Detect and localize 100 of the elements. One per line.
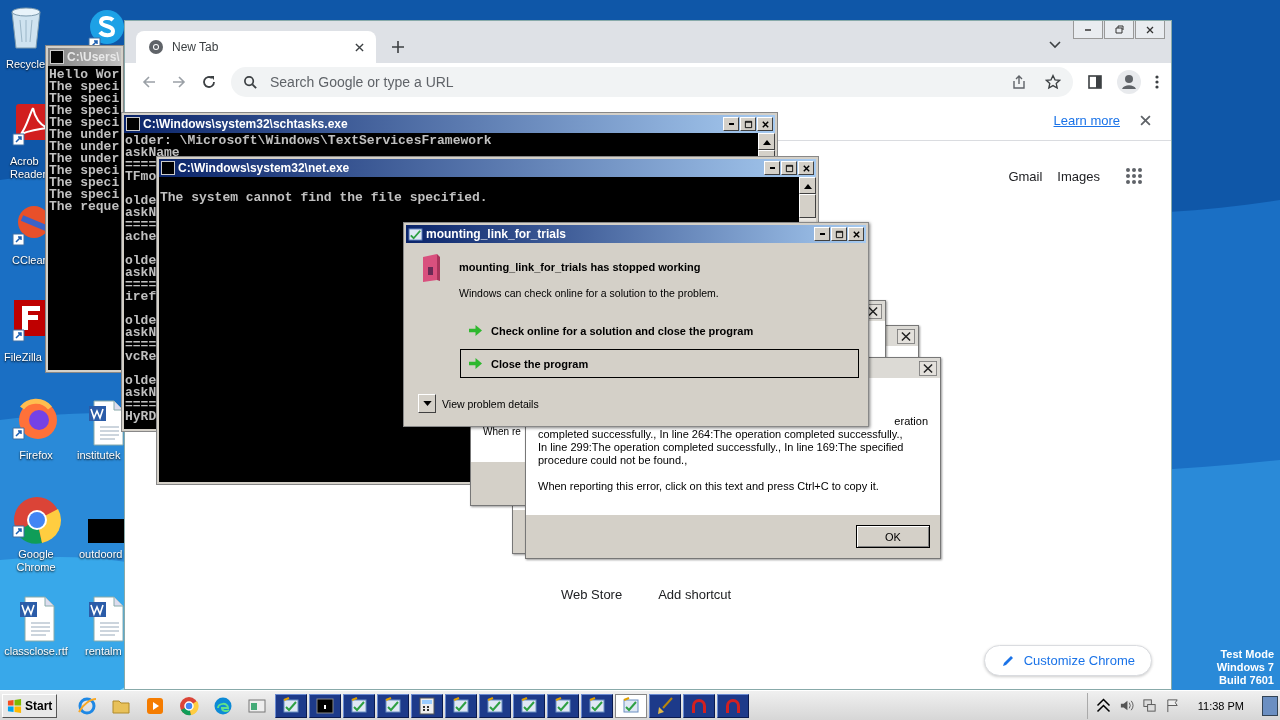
maximize-button[interactable]	[831, 227, 847, 241]
error-report-icon[interactable]	[587, 695, 608, 716]
desktop-icon-label[interactable]: Recycle	[6, 58, 46, 71]
taskbar-button[interactable]	[649, 693, 682, 718]
speaker-icon[interactable]	[1118, 698, 1134, 713]
taskbar-button[interactable]	[309, 693, 342, 718]
desktop-icon-label[interactable]: institutek	[77, 449, 121, 462]
maximize-icon	[784, 163, 794, 173]
taskbar-button[interactable]	[445, 693, 478, 718]
reload-icon[interactable]	[201, 74, 217, 90]
error-report-icon[interactable]	[349, 695, 370, 716]
console-icon	[126, 117, 140, 131]
error-report-icon[interactable]	[553, 695, 574, 716]
error-text-line: eration	[893, 415, 929, 428]
taskbar-button[interactable]	[513, 693, 546, 718]
address-bar[interactable]: Search Google or type a URL	[231, 67, 1073, 97]
shortcut-label[interactable]: Web Store	[561, 587, 623, 602]
internet-explorer-icon[interactable]	[77, 695, 98, 716]
error-report-icon[interactable]	[383, 695, 404, 716]
menu-icon[interactable]	[1155, 74, 1159, 90]
console-line: The system cannot find the file specified.	[160, 192, 488, 204]
close-button[interactable]	[897, 328, 915, 344]
console-line: askN	[125, 267, 157, 279]
start-button[interactable]: Start	[2, 693, 58, 718]
console-line: The speci	[49, 117, 120, 129]
customize-chrome-button[interactable]: Customize Chrome	[983, 645, 1152, 676]
forward-icon[interactable]	[171, 74, 187, 90]
taskbar-button[interactable]	[343, 693, 376, 718]
console-line: ====	[125, 339, 157, 351]
title-bar[interactable]: C:\Windows\system32\net.exe	[159, 159, 816, 177]
dialog-heading: mounting_link_for_trials has stopped working	[459, 261, 702, 273]
taskbar-button[interactable]	[377, 693, 410, 718]
window-title: C:\Users\	[67, 50, 120, 64]
close-button[interactable]	[919, 360, 937, 376]
error-report-icon[interactable]	[519, 695, 540, 716]
share-icon[interactable]	[1011, 74, 1027, 90]
taskbar-button[interactable]	[581, 693, 614, 718]
flag-icon[interactable]	[1164, 698, 1180, 713]
desktop-icon-label[interactable]: Acrob Reader	[10, 155, 47, 181]
star-icon[interactable]	[1045, 74, 1061, 90]
desktop-icon-label[interactable]: FileZilla	[4, 351, 42, 364]
tab-search-chevron-icon[interactable]	[1049, 41, 1061, 49]
error-report-icon[interactable]	[485, 695, 506, 716]
address-field[interactable]: Search Google or type a URL	[268, 73, 993, 91]
network-icon[interactable]	[1141, 698, 1157, 713]
taskbar-button[interactable]	[479, 693, 512, 718]
close-tab-icon[interactable]	[355, 42, 364, 52]
calculator-icon[interactable]	[417, 695, 438, 716]
console-line: HyRD	[125, 411, 157, 423]
close-button[interactable]	[1135, 21, 1165, 39]
restore-icon	[1114, 24, 1124, 35]
desktop-icon-label[interactable]: outdoord	[79, 548, 123, 561]
shortcut-label[interactable]: Add shortcut	[658, 587, 732, 602]
window-title: C:\Windows\system32\net.exe	[178, 161, 351, 175]
media-player-icon[interactable]	[145, 695, 166, 716]
header-link[interactable]: Gmail	[1008, 168, 1043, 184]
close-icon	[760, 119, 770, 129]
desktop-icon-label[interactable]: Google Chrome	[0, 548, 72, 574]
title-bar[interactable]: C:\Windows\system32\schtasks.exe	[124, 115, 775, 133]
profile-icon[interactable]	[1117, 70, 1141, 94]
new-tab-icon[interactable]	[391, 40, 405, 54]
dialog-option[interactable]: Check online for a solution and close the program	[460, 316, 859, 345]
error-report-icon[interactable]	[451, 695, 472, 716]
console-line: ====	[125, 219, 157, 231]
header-link[interactable]: Images	[1057, 168, 1100, 184]
ok-button[interactable]: OK	[856, 525, 930, 548]
windows-flag-icon	[7, 698, 22, 713]
details-label[interactable]: View problem details	[442, 397, 539, 410]
taskbar-button[interactable]	[683, 693, 716, 718]
close-icon[interactable]	[1140, 115, 1151, 126]
dialog-option[interactable]: Close the program	[460, 349, 859, 378]
browser-tab[interactable]: New Tab	[136, 31, 376, 63]
maximize-icon	[743, 119, 753, 129]
learn-more-link[interactable]: Learn more	[1053, 113, 1120, 128]
show-desktop-button[interactable]	[1262, 695, 1278, 716]
show-hidden-icons-icon[interactable]	[1095, 698, 1111, 713]
expand-details-button[interactable]	[418, 394, 436, 413]
apps-grid-icon[interactable]	[1125, 167, 1143, 185]
taskbar-button[interactable]	[275, 693, 308, 718]
taskbar-button[interactable]	[547, 693, 580, 718]
maximize-button[interactable]	[740, 117, 756, 131]
error-report-icon[interactable]	[281, 695, 302, 716]
taskbar-button[interactable]	[717, 693, 750, 718]
edge-icon[interactable]	[213, 695, 234, 716]
back-icon[interactable]	[141, 74, 157, 90]
desktop-icon-label[interactable]: CClear	[12, 254, 47, 267]
chrome-icon[interactable]	[179, 695, 200, 716]
taskbar-button[interactable]	[411, 693, 444, 718]
broom-icon[interactable]	[655, 695, 676, 716]
maximize-button[interactable]	[781, 161, 797, 175]
console-line: Hello Wor	[49, 69, 120, 81]
console-line: olde	[125, 315, 157, 327]
console-line: The speci	[49, 165, 120, 177]
desktop-icon-label[interactable]: Firefox	[0, 449, 72, 462]
console-line: ====	[125, 399, 157, 411]
side-panel-icon[interactable]	[1087, 74, 1103, 90]
chrome-icon	[12, 496, 62, 546]
clock[interactable]: 11:38 PM	[1197, 699, 1244, 712]
console-icon[interactable]	[315, 695, 336, 716]
console-line: ====	[125, 279, 157, 291]
